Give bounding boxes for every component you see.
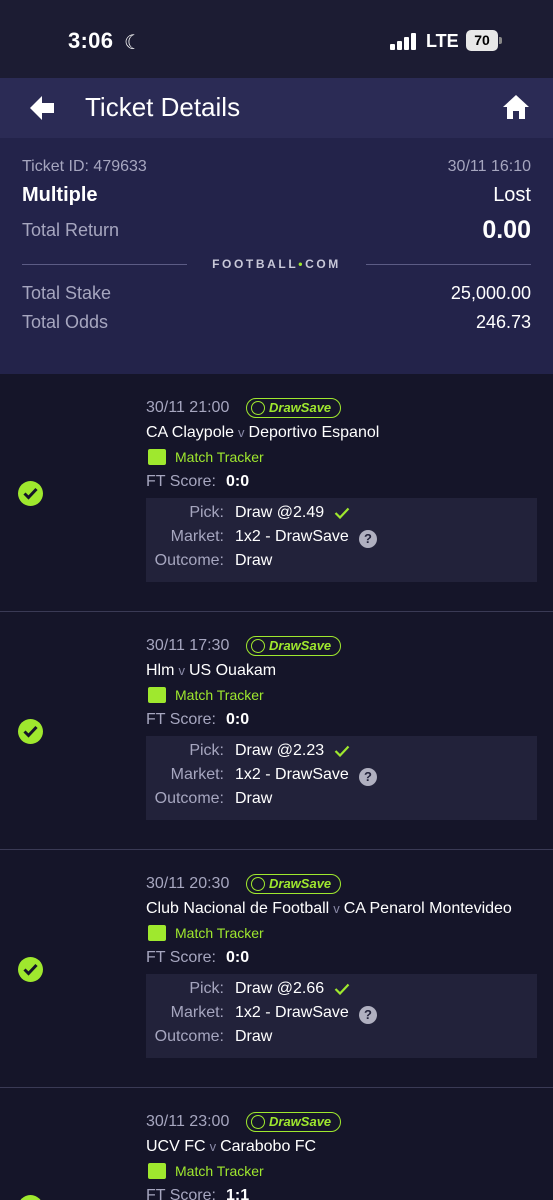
outcome-value: Draw (235, 790, 273, 807)
match-datetime: 30/11 23:00 (146, 1113, 230, 1130)
match-teams[interactable]: CA Claypole v Deportivo Espanol (146, 424, 379, 442)
help-icon[interactable]: ? (359, 768, 377, 786)
check-icon (334, 983, 350, 995)
pick-value: Draw @2.66 (235, 980, 325, 997)
bet-status: Lost (493, 184, 531, 206)
match-datetime: 30/11 17:30 (146, 637, 230, 654)
market-label: Market: (170, 1004, 224, 1021)
pick-label: Pick: (189, 742, 224, 759)
ft-score-label: FT Score: (146, 473, 216, 490)
ft-score-value: 1:1 (226, 1187, 250, 1200)
ticket-summary: Ticket ID: 479633 30/11 16:10 Multiple L… (0, 138, 553, 374)
ft-score-value: 0:0 (226, 949, 250, 966)
match-datetime: 30/11 21:00 (146, 399, 230, 416)
match-datetime: 30/11 20:30 (146, 875, 230, 892)
home-team: CA Claypole (146, 424, 235, 441)
away-team: Carabobo FC (220, 1138, 317, 1155)
pick-value: Draw @2.23 (235, 742, 325, 759)
drawsave-icon (251, 1115, 265, 1129)
selection-item: 30/11 20:30 DrawSave Club Nacional de Fo… (0, 850, 553, 1088)
match-teams[interactable]: Club Nacional de Football v CA Penarol Mon… (146, 900, 512, 918)
status-time: 3:06 (68, 28, 114, 53)
battery-icon: 70 (466, 30, 502, 51)
pick-label: Pick: (189, 504, 224, 521)
signal-icon (390, 32, 418, 50)
total-stake-value: 25,000.00 (450, 283, 531, 303)
market-value: 1x2 - DrawSave (235, 766, 349, 783)
drawsave-badge: DrawSave (246, 636, 342, 656)
total-odds-value: 246.73 (475, 312, 531, 332)
total-odds-label: Total Odds (22, 312, 109, 332)
ft-score-value: 0:0 (226, 473, 250, 490)
home-team: Club Nacional de Football (146, 900, 330, 917)
check-circle-icon (18, 1195, 43, 1200)
total-return-value: 0.00 (482, 216, 531, 244)
chart-icon (148, 925, 166, 941)
home-team: UCV FC (146, 1138, 206, 1155)
pick-value: Draw @2.49 (235, 504, 325, 521)
ticket-id: Ticket ID: 479633 (22, 158, 147, 175)
drawsave-icon (251, 877, 265, 891)
total-stake-label: Total Stake (22, 283, 112, 303)
market-label: Market: (170, 528, 224, 545)
chart-icon (148, 449, 166, 465)
outcome-label: Outcome: (154, 790, 224, 807)
market-value: 1x2 - DrawSave (235, 1004, 349, 1021)
check-icon (334, 745, 350, 757)
drawsave-badge: DrawSave (246, 874, 342, 894)
check-icon (334, 507, 350, 519)
help-icon[interactable]: ? (359, 530, 377, 548)
selection-item: 30/11 23:00 DrawSave UCV FC v Carabobo FC … (0, 1088, 553, 1200)
away-team: US Ouakam (188, 662, 277, 679)
check-circle-icon (18, 481, 43, 506)
ft-score-label: FT Score: (146, 949, 216, 966)
away-team: Deportivo Espanol (248, 424, 380, 441)
drawsave-icon (251, 639, 265, 653)
network-type: LTE (426, 31, 459, 51)
moon-icon: ☾ (124, 32, 142, 54)
pick-label: Pick: (189, 980, 224, 997)
ft-score-label: FT Score: (146, 1187, 216, 1200)
market-label: Market: (170, 766, 224, 783)
home-icon[interactable] (500, 92, 532, 122)
match-teams[interactable]: UCV FC v Carabobo FC (146, 1138, 316, 1156)
check-circle-icon (18, 719, 43, 744)
drawsave-icon (251, 401, 265, 415)
battery-level: 70 (466, 30, 498, 51)
outcome-value: Draw (235, 552, 273, 569)
selection-item: 30/11 21:00 DrawSave CA Claypole v Deporti… (0, 374, 553, 612)
ticket-date: 30/11 16:10 (447, 158, 531, 175)
drawsave-badge: DrawSave (246, 1112, 342, 1132)
bet-type: Multiple (22, 184, 98, 206)
outcome-label: Outcome: (154, 552, 224, 569)
page-title: Ticket Details (85, 92, 241, 122)
divider (366, 264, 531, 265)
app-header: Ticket Details (0, 78, 553, 138)
brand-logo: FOOTBALL•COM (212, 257, 341, 271)
arrow-left-icon[interactable] (26, 92, 58, 124)
pick-details: Pick: Draw @2.66 Market: 1x2 - DrawSave … (146, 974, 537, 1058)
pick-details: Pick: Draw @2.23 Market: 1x2 - DrawSave … (146, 736, 537, 820)
chart-icon (148, 687, 166, 703)
home-team: Hlm (146, 662, 175, 679)
market-value: 1x2 - DrawSave (235, 528, 349, 545)
status-bar: 3:06 ☾ LTE 70 (0, 0, 553, 78)
outcome-value: Draw (235, 1028, 273, 1045)
away-team: CA Penarol Montevideo (343, 900, 512, 917)
outcome-label: Outcome: (154, 1028, 224, 1045)
selection-item: 30/11 17:30 DrawSave Hlm v US Ouakam Match… (0, 612, 553, 850)
chart-icon (148, 1163, 166, 1179)
check-circle-icon (18, 957, 43, 982)
total-return-label: Total Return (22, 220, 120, 240)
pick-details: Pick: Draw @2.49 Market: 1x2 - DrawSave … (146, 498, 537, 582)
help-icon[interactable]: ? (359, 1006, 377, 1024)
match-teams[interactable]: Hlm v US Ouakam (146, 662, 276, 680)
drawsave-badge: DrawSave (246, 398, 342, 418)
divider (22, 264, 187, 265)
ft-score-label: FT Score: (146, 711, 216, 728)
ft-score-value: 0:0 (226, 711, 250, 728)
